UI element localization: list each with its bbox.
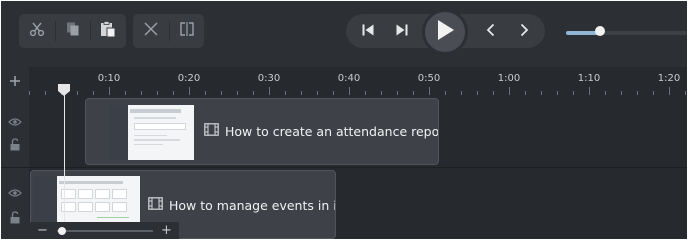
- clip-title-text: How to create an attendance report?: [225, 123, 439, 139]
- playhead-handle[interactable]: [57, 82, 71, 101]
- copy-button[interactable]: [56, 14, 90, 48]
- track-1-controls: [1, 95, 29, 167]
- volume-knob[interactable]: [594, 26, 605, 36]
- clip-title: How to create an attendance report?: [204, 123, 439, 139]
- scissors-icon: [29, 21, 45, 41]
- ruler-tick-label: 0:40: [337, 73, 361, 84]
- play-icon: [435, 19, 455, 45]
- next-button[interactable]: [507, 14, 541, 48]
- previous-button[interactable]: [474, 14, 508, 48]
- clip-title: How to manage events in iSp: [148, 197, 336, 213]
- paste-button[interactable]: [91, 14, 125, 48]
- cut-gap-icon: [143, 21, 159, 41]
- ruler-tick-label: 0:20: [177, 73, 201, 84]
- playhead-line: [64, 89, 65, 239]
- ruler-tick-label: 0:50: [417, 73, 441, 84]
- zoom-out-button[interactable]: −: [37, 222, 48, 239]
- cut-button[interactable]: [20, 14, 54, 48]
- add-track-button[interactable]: [1, 67, 29, 95]
- copy-icon: [65, 21, 81, 41]
- toolbar: [1, 1, 687, 67]
- ruler-tick-label: 0:10: [97, 73, 121, 84]
- plus-icon: [9, 72, 21, 91]
- split-button[interactable]: [170, 14, 204, 48]
- ruler-ticks: [29, 87, 686, 95]
- edit-button-group: [19, 14, 126, 48]
- timeline-editor: 0:10 0:20 0:30 0:40 0:50 1:00 1:10 1:20 …: [1, 1, 687, 239]
- skip-to-start-icon: [361, 22, 375, 41]
- zoom-knob[interactable]: [57, 227, 66, 235]
- visibility-eye-icon[interactable]: [7, 115, 23, 129]
- volume-slider[interactable]: [566, 31, 687, 35]
- track-2-controls: [1, 168, 29, 239]
- play-button[interactable]: [422, 9, 468, 55]
- zoom-slider[interactable]: [57, 230, 153, 232]
- split-icon: [179, 21, 195, 41]
- skip-to-start-button[interactable]: [351, 14, 385, 48]
- clip-thumbnail: [110, 105, 194, 160]
- ruler-tick-label: 0:30: [257, 73, 281, 84]
- visibility-eye-icon[interactable]: [7, 186, 23, 200]
- clip-title-text: How to manage events in iSp: [169, 197, 336, 213]
- ruler-tick-label: 1:10: [577, 73, 601, 84]
- step-forward-icon: [395, 22, 409, 41]
- ruler-tick-label: 1:20: [657, 73, 681, 84]
- cut-gap-button[interactable]: [134, 14, 168, 48]
- previous-icon: [484, 22, 498, 41]
- lock-icon[interactable]: [7, 210, 23, 224]
- zoom-in-button[interactable]: +: [161, 222, 172, 239]
- film-icon: [148, 197, 163, 213]
- lock-icon[interactable]: [7, 137, 23, 151]
- media-clip[interactable]: How to create an attendance report?: [85, 98, 439, 165]
- next-icon: [517, 22, 531, 41]
- paste-icon: [99, 20, 117, 42]
- film-icon: [204, 123, 219, 139]
- ruler-tick-label: 1:00: [497, 73, 521, 84]
- split-button-group: [133, 14, 204, 48]
- zoom-control: − +: [29, 222, 179, 239]
- step-forward-button[interactable]: [385, 14, 419, 48]
